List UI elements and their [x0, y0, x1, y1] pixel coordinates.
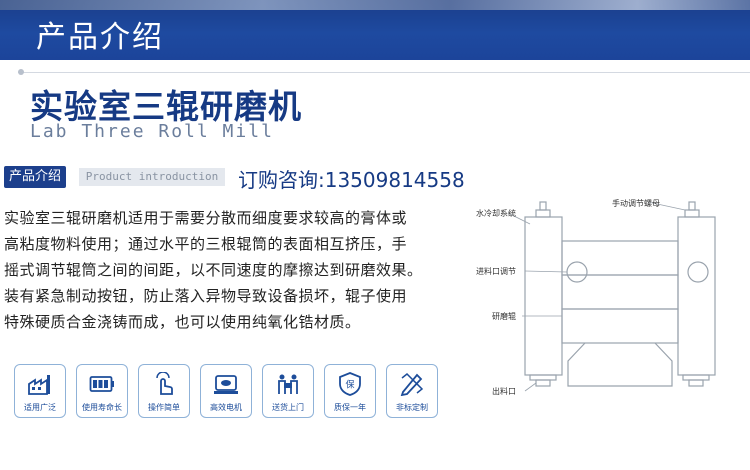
product-subtitle-en: Lab Three Roll Mill — [30, 121, 274, 142]
feature-long-life: 使用寿命长 — [76, 364, 128, 418]
feature-wide-use: 适用广泛 — [14, 364, 66, 418]
svg-text:保: 保 — [345, 379, 354, 391]
description-line: 高粘度物料使用；通过水平的三根辊筒的表面相互挤压，手 — [4, 235, 408, 253]
delivery-icon — [278, 374, 298, 394]
feature-label: 使用寿命长 — [82, 403, 122, 412]
header-banner: 产品介绍 — [0, 0, 750, 60]
feature-custom: 非标定制 — [386, 364, 438, 418]
feature-efficient-motor: 高效电机 — [200, 364, 252, 418]
factory-icon — [28, 375, 50, 395]
description-line: 装有紧急制动按钮，防止落入异物导致设备损坏，辊子使用 — [4, 287, 408, 305]
label-rollers: 研磨辊 — [492, 312, 516, 321]
feature-list: 适用广泛 使用寿命长 操作简单 高效电机 送货上门 保 质保一年 非标定制 — [14, 364, 444, 420]
feature-delivery: 送货上门 — [262, 364, 314, 418]
pencil-ruler-icon — [400, 372, 424, 396]
feature-label: 操作简单 — [148, 403, 180, 412]
label-nut: 手动调节螺母 — [612, 199, 660, 208]
mill-drawing — [507, 201, 716, 392]
feature-label: 质保一年 — [334, 403, 366, 412]
order-hotline[interactable]: 订购咨询:13509814558 — [238, 164, 465, 193]
label-outlet: 出料口 — [492, 387, 516, 396]
mill-diagram: 水冷却系统 手动调节螺母 进料口调节 研磨辊 出料口 — [470, 196, 750, 408]
feature-easy-operation: 操作简单 — [138, 364, 190, 418]
feature-label: 送货上门 — [272, 403, 304, 412]
divider — [18, 72, 750, 73]
section-badge-en: Product introduction — [79, 168, 225, 186]
label-cooling: 水冷却系统 — [476, 209, 516, 218]
section-badge: 产品介绍 — [4, 166, 67, 188]
header-shine — [0, 0, 750, 10]
feature-label: 适用广泛 — [24, 403, 56, 412]
battery-icon — [89, 376, 114, 392]
label-inlet: 进料口调节 — [476, 267, 516, 276]
divider-dot — [18, 69, 24, 75]
feature-warranty: 保 质保一年 — [324, 364, 376, 418]
hand-click-icon — [156, 372, 173, 395]
description-line: 特殊硬质合金浇铸而成，也可以使用纯氧化锆材质。 — [4, 313, 361, 331]
motor-icon — [214, 375, 238, 394]
feature-label: 非标定制 — [396, 403, 428, 412]
description-line: 实验室三辊研磨机适用于需要分散而细度要求较高的膏体或 — [4, 209, 408, 227]
shield-icon: 保 — [339, 372, 361, 396]
feature-label: 高效电机 — [210, 403, 242, 412]
description-line: 摇式调节辊筒之间的间距，以不同速度的摩擦达到研磨效果。 — [4, 261, 423, 279]
product-description: 实验室三辊研磨机适用于需要分散而细度要求较高的膏体或 高粘度物料使用；通过水平的… — [4, 205, 466, 335]
page-title: 产品介绍 — [36, 20, 164, 55]
